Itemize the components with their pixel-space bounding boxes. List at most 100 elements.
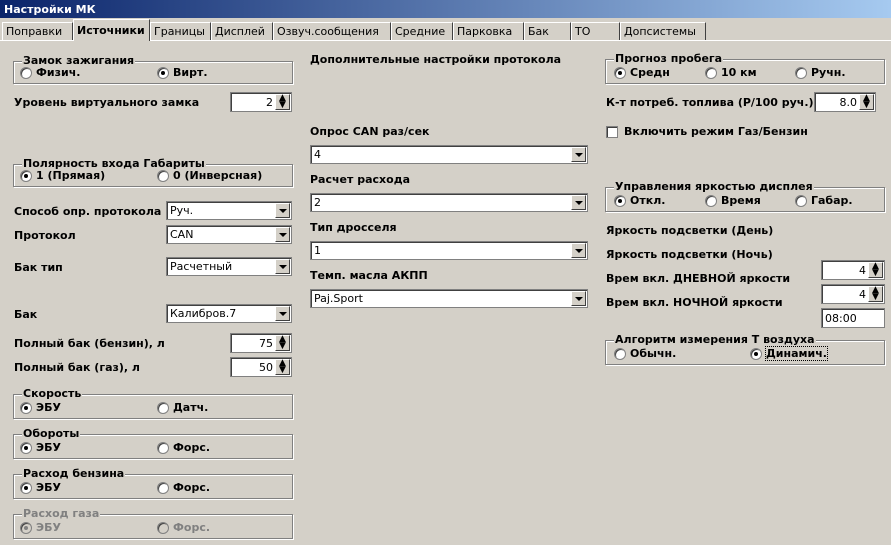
tab-extra-systems[interactable]: Допсистемы xyxy=(620,22,706,40)
can-poll-select[interactable]: 4 xyxy=(310,145,588,164)
brightness-control-group-title: Управления яркостью дисплея xyxy=(614,180,814,193)
spinner-arrows-icon[interactable]: ▲ ▼ xyxy=(868,286,883,302)
radio-label: 0 (Инверсная) xyxy=(173,169,263,182)
tab-voice-messages[interactable]: Озвуч.сообщения xyxy=(273,22,391,40)
range-forecast-10km-radio[interactable]: 10 км xyxy=(705,66,757,79)
throttle-type-select[interactable]: 1 xyxy=(310,241,588,260)
brightness-lights-radio[interactable]: Габар. xyxy=(795,194,853,207)
can-poll-label: Опрос CAN раз/сек xyxy=(310,125,430,138)
full-tank-gas-label: Полный бак (газ), л xyxy=(14,361,140,374)
chevron-down-icon[interactable] xyxy=(571,147,586,162)
day-brightness-time-label: Врем вкл. ДНЕВНОЙ яркости xyxy=(606,272,791,285)
gas-petrol-mode-checkbox[interactable]: Включить режим Газ/Бензин xyxy=(606,125,808,138)
gas-consumption-group-title: Расход газа xyxy=(22,507,101,520)
chevron-down-icon[interactable] xyxy=(275,227,290,242)
tab-averages[interactable]: Средние xyxy=(391,22,453,40)
brightness-off-radio[interactable]: Откл. xyxy=(614,194,665,207)
tab-corrections[interactable]: Поправки xyxy=(2,22,73,40)
throttle-type-label: Тип дросселя xyxy=(310,221,397,234)
akpp-oil-temp-select[interactable]: Paj.Sport xyxy=(310,289,588,308)
radio-indicator xyxy=(157,169,169,182)
ignition-virtual-radio[interactable]: Вирт. xyxy=(157,66,208,79)
radio-indicator xyxy=(795,194,807,207)
air-temp-dynamic-radio[interactable]: Динамич. xyxy=(750,346,828,361)
spinner-arrows-icon[interactable]: ▲ ▼ xyxy=(275,94,290,110)
consumption-calc-label: Расчет расхода xyxy=(310,173,410,186)
spinner-arrows-icon[interactable]: ▲ ▼ xyxy=(275,335,290,351)
speed-group-title: Скорость xyxy=(22,387,83,400)
rpm-injector-radio[interactable]: Форс. xyxy=(157,441,210,454)
tab-limits[interactable]: Границы xyxy=(150,22,211,40)
select-value: 1 xyxy=(314,244,321,257)
radio-label: Средн xyxy=(630,66,670,79)
consumption-calc-select[interactable]: 2 xyxy=(310,193,588,212)
akpp-oil-temp-label: Темп. масла АКПП xyxy=(310,269,428,282)
spinner-arrows-icon[interactable]: ▲ ▼ xyxy=(859,94,874,110)
chevron-down-icon[interactable] xyxy=(275,203,290,218)
radio-label: Обычн. xyxy=(630,347,677,360)
select-value: 2 xyxy=(314,196,321,209)
checkbox-box xyxy=(606,125,618,138)
full-tank-petrol-spinner[interactable]: 75 ▲ ▼ xyxy=(230,333,292,353)
protocol-label: Протокол xyxy=(14,229,76,242)
chevron-down-icon[interactable] xyxy=(571,243,586,258)
speed-group: Скорость ЭБУ Датч. xyxy=(13,388,293,419)
spinner-arrows-icon[interactable]: ▲ ▼ xyxy=(868,262,883,278)
select-value: CAN xyxy=(170,228,194,241)
radio-indicator xyxy=(614,66,626,79)
brightness-time-radio[interactable]: Время xyxy=(705,194,761,207)
chevron-down-icon[interactable] xyxy=(275,306,290,321)
radio-indicator xyxy=(705,194,717,207)
polarity-inverse-radio[interactable]: 0 (Инверсная) xyxy=(157,169,262,182)
radio-label: Форс. xyxy=(173,521,211,534)
select-value: Руч. xyxy=(170,204,194,217)
tab-tank[interactable]: Бак xyxy=(524,22,571,40)
rpm-ecu-radio[interactable]: ЭБУ xyxy=(20,441,61,454)
protocol-extra-heading: Дополнительные настройки протокола xyxy=(310,53,562,66)
virtual-lock-spinner[interactable]: 2 ▲ ▼ xyxy=(230,92,292,112)
radio-label: ЭБУ xyxy=(36,481,61,494)
tab-maintenance[interactable]: ТО xyxy=(571,22,620,40)
radio-label: Физич. xyxy=(36,66,81,79)
protocol-method-select[interactable]: Руч. xyxy=(166,201,292,220)
tank-label: Бак xyxy=(14,308,38,321)
radio-label: 1 (Прямая) xyxy=(36,169,106,182)
radio-label: Датч. xyxy=(173,401,209,414)
speed-sensor-radio[interactable]: Датч. xyxy=(157,401,208,414)
radio-indicator xyxy=(157,481,169,494)
chevron-down-icon[interactable] xyxy=(275,259,290,274)
speed-ecu-radio[interactable]: ЭБУ xyxy=(20,401,61,414)
tab-sources[interactable]: Источники xyxy=(73,19,150,41)
air-temp-normal-radio[interactable]: Обычн. xyxy=(614,347,676,360)
radio-label: Ручн. xyxy=(811,66,846,79)
protocol-select[interactable]: CAN xyxy=(166,225,292,244)
day-brightness-time-spinner[interactable]: 4 ▲ ▼ xyxy=(821,260,885,280)
radio-indicator xyxy=(157,66,169,79)
fuel-consumption-ecu-radio[interactable]: ЭБУ xyxy=(20,481,61,494)
tank-type-select[interactable]: Расчетный xyxy=(166,257,292,276)
tab-display[interactable]: Дисплей xyxy=(211,22,273,40)
ignition-physical-radio[interactable]: Физич. xyxy=(20,66,80,79)
brightness-day-label: Яркость подсветки (День) xyxy=(606,224,774,237)
spinner-value: 75 xyxy=(259,337,273,350)
chevron-down-icon[interactable] xyxy=(571,291,586,306)
ignition-group: Замок зажигания Физич. Вирт. xyxy=(13,55,293,84)
gas-consumption-ecu-radio: ЭБУ xyxy=(20,521,61,534)
fuel-coef-spinner[interactable]: 8.0 ▲ ▼ xyxy=(814,92,876,112)
spinner-arrows-icon[interactable]: ▲ ▼ xyxy=(275,359,290,375)
select-value: Paj.Sport xyxy=(314,292,363,305)
radio-indicator xyxy=(157,401,169,414)
radio-indicator xyxy=(750,347,762,360)
radio-label: Время xyxy=(721,194,761,207)
tank-select[interactable]: Калибров.7 xyxy=(166,304,292,323)
checkbox-label: Включить режим Газ/Бензин xyxy=(624,125,808,138)
polarity-direct-radio[interactable]: 1 (Прямая) xyxy=(20,169,105,182)
time-input[interactable]: 08:00 xyxy=(821,308,885,328)
chevron-down-icon[interactable] xyxy=(571,195,586,210)
tab-parking[interactable]: Парковка xyxy=(453,22,524,40)
night-brightness-time-spinner[interactable]: 4 ▲ ▼ xyxy=(821,284,885,304)
fuel-consumption-injector-radio[interactable]: Форс. xyxy=(157,481,210,494)
range-forecast-avg-radio[interactable]: Средн xyxy=(614,66,670,79)
full-tank-gas-spinner[interactable]: 50 ▲ ▼ xyxy=(230,357,292,377)
range-forecast-manual-radio[interactable]: Ручн. xyxy=(795,66,846,79)
